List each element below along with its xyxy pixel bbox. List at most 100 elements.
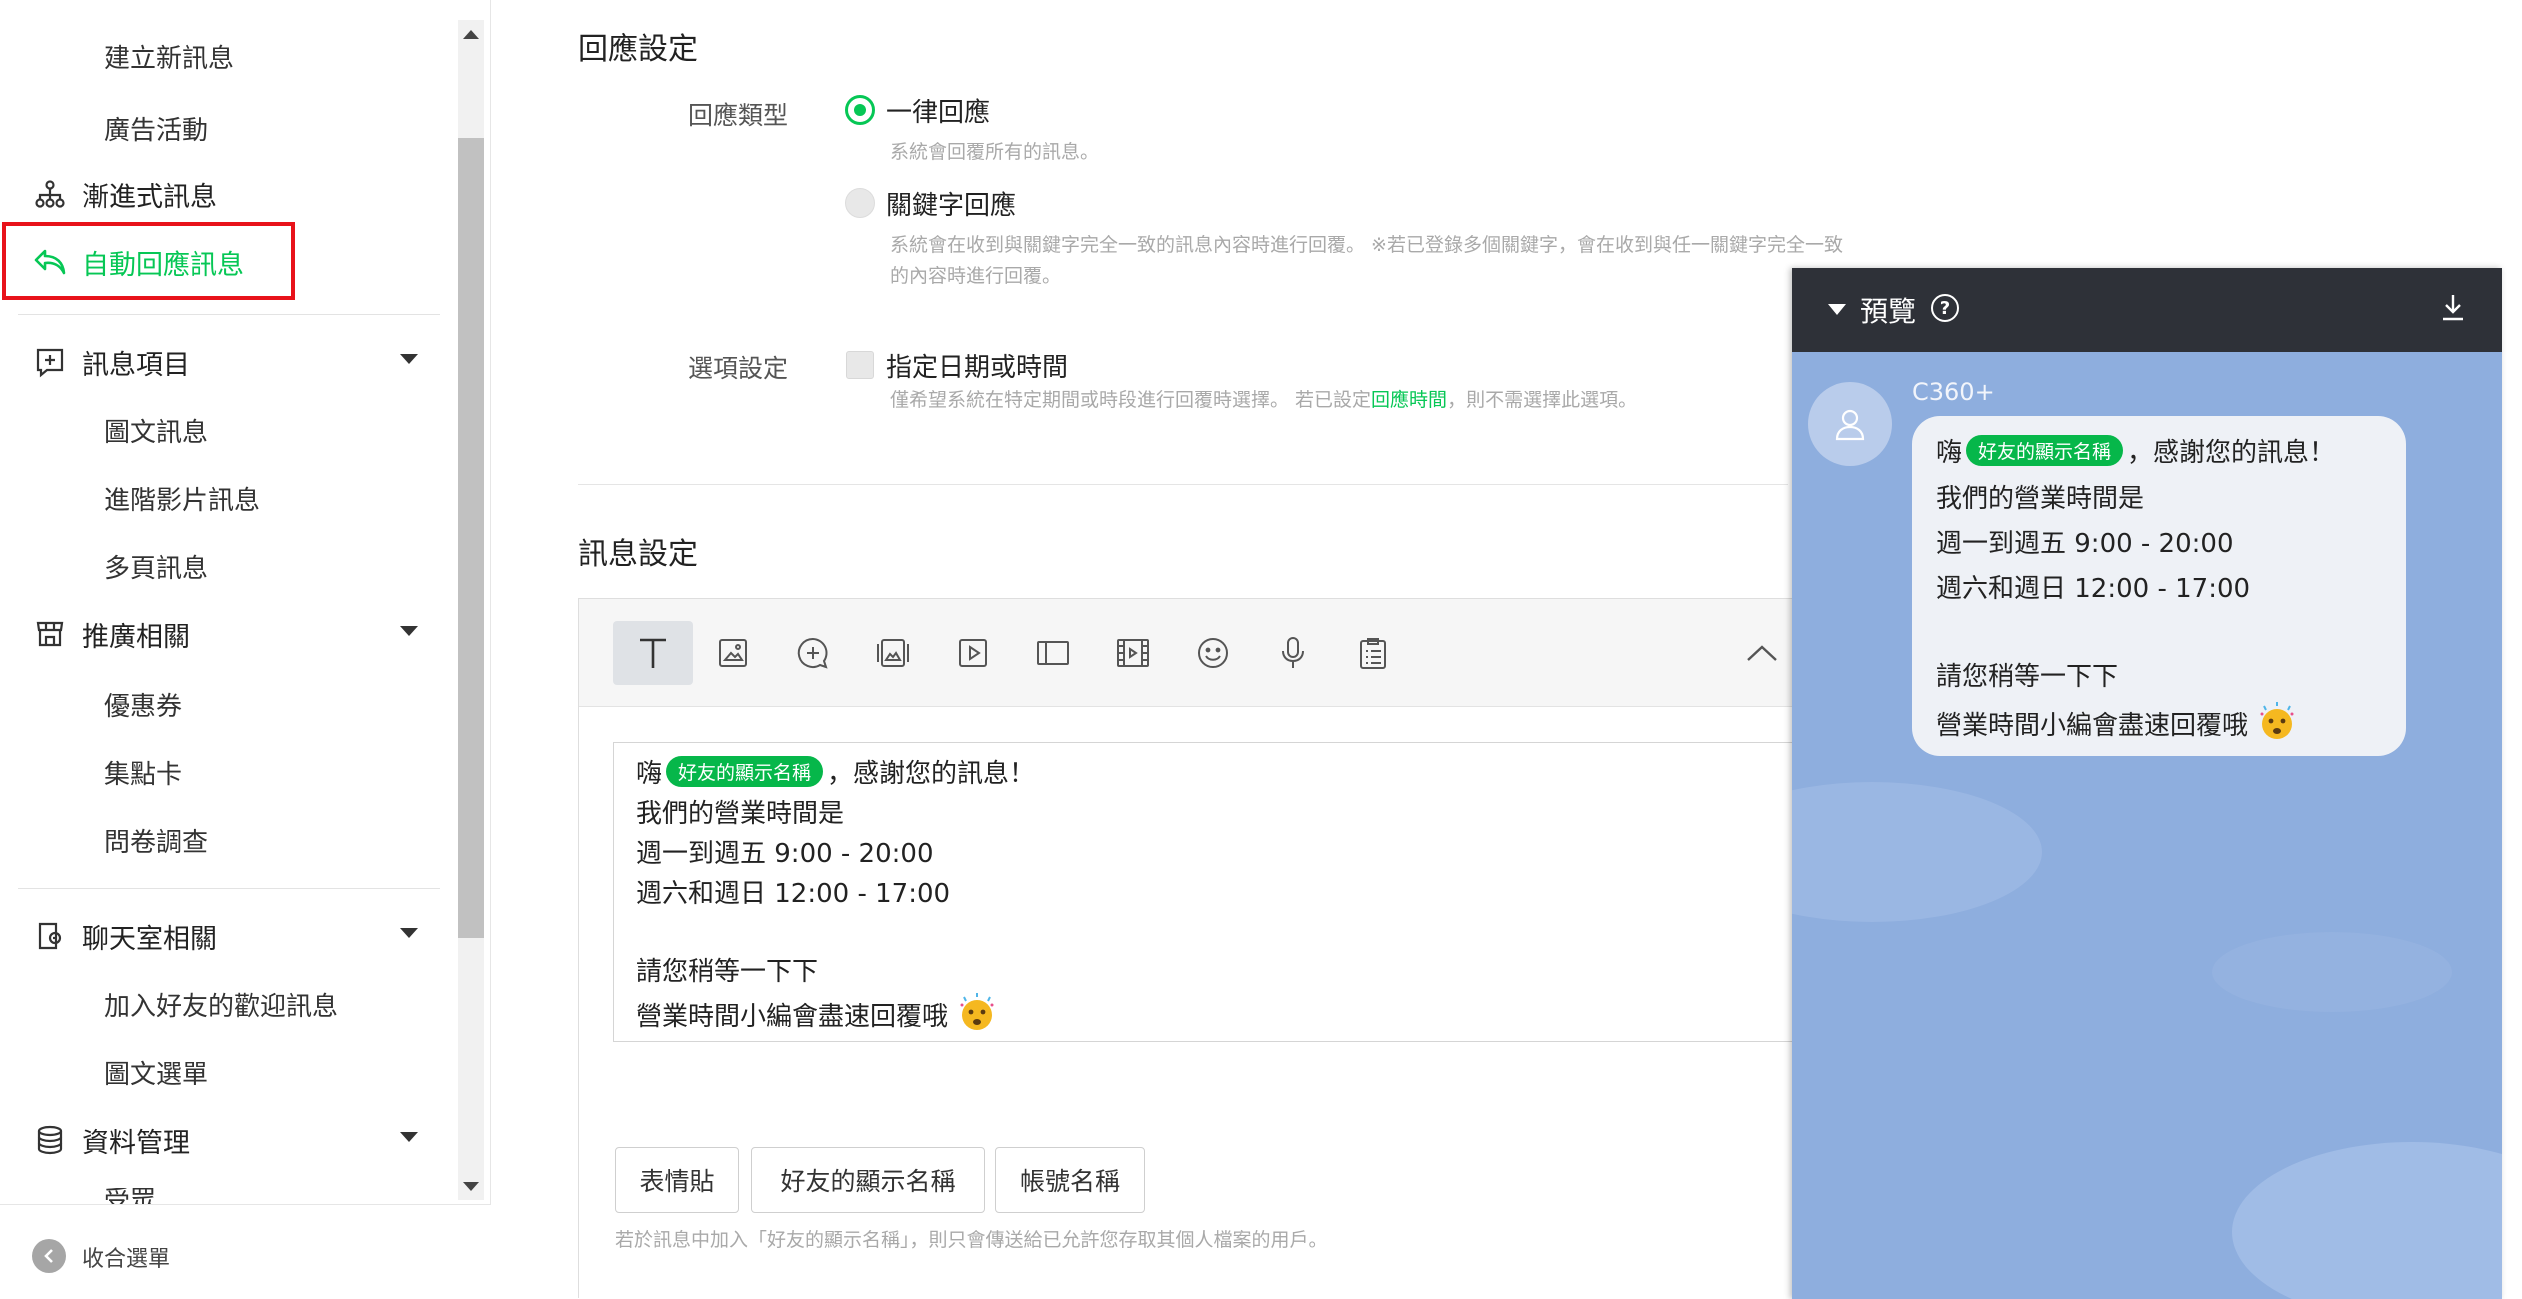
scroll-up-arrow[interactable] [463,30,479,39]
caret-down-icon[interactable] [1828,304,1846,315]
option-always-respond-label[interactable]: 一律回應 [886,92,990,129]
insert-emoji-button[interactable]: 表情貼 [615,1147,739,1213]
clipboard-icon [1360,638,1386,669]
preview-panel: 預覽 ? C360+ 嗨好友的顯示名稱 ，感謝您的訊息！ 我們的營業時間是 週一到… [1792,268,2502,1299]
image-tool-button[interactable] [693,621,773,685]
option-keyword-hint-line1: 系統會在收到與關鍵字完全一致的訊息內容時進行回覆。 ※若已登錄多個關鍵字，會在收… [890,234,1843,256]
film-tool-button[interactable] [1093,621,1173,685]
sticker-chat-icon [797,637,828,669]
survey-tool-button[interactable] [1333,621,1413,685]
hierarchy-icon [32,176,68,212]
collapse-menu-bar[interactable]: 收合選單 [0,1204,491,1299]
collapse-editor-button[interactable] [1722,621,1802,685]
add-message-icon [32,344,68,380]
account-avatar [1808,382,1892,466]
coupon-tool-button[interactable] [1013,621,1093,685]
video-tool-button[interactable] [933,621,1013,685]
nav-item-video-message[interactable]: 進階影片訊息 [104,480,260,517]
nav-label: 自動回應訊息 [82,249,244,281]
nav-label: 聊天室相關 [82,923,217,955]
preview-title: 預覽 [1860,295,1917,328]
preview-line-7-text: 營業時間小編會盡速回覆哦 [1936,711,2249,741]
option-keyword-hint-line2: 的內容時進行回覆。 [890,265,1062,287]
preview-friend-name-tag: 好友的顯示名稱 [1966,435,2124,466]
message-line-2: 我們的營業時間是 [636,799,845,829]
nav-item-rich-message[interactable]: 圖文訊息 [104,412,208,449]
section-divider [578,484,1788,485]
checkbox-specify-date-time-label[interactable]: 指定日期或時間 [886,347,1068,384]
emoji-icon [1198,638,1228,668]
party-face-emoji-icon [2260,702,2294,739]
chat-settings-icon [32,918,68,954]
radio-keyword-respond[interactable] [845,188,875,218]
nav-item-survey[interactable]: 問卷調查 [104,822,208,859]
help-icon[interactable]: ? [1931,294,1959,322]
scroll-down-arrow[interactable] [463,1182,479,1191]
card-icon [877,639,909,667]
preview-line-7: 營業時間小編會盡速回覆哦 [1936,700,2298,742]
message-type-toolbar [579,599,1807,707]
divider [18,888,440,889]
option-keyword-respond-label[interactable]: 關鍵字回應 [886,185,1016,222]
preview-greeting-end: ，感謝您的訊息！ [2127,438,2336,468]
radio-dot [854,104,866,116]
nav-label: 資料管理 [82,1127,190,1159]
nav-item-auto-reply[interactable]: 自動回應訊息 [32,242,244,282]
text-tool-button[interactable] [613,621,693,685]
nav-item-stamp-card[interactable]: 集點卡 [104,754,182,791]
radio-always-respond[interactable] [845,95,875,125]
preview-greeting: 嗨 [1936,438,1963,468]
message-greeting-end: ，感謝您的訊息！ [827,759,1036,789]
chevron-left-circle-icon [32,1239,66,1273]
friend-name-tag[interactable]: 好友的顯示名稱 [666,756,824,787]
text-icon [640,638,666,668]
message-line-1: 嗨好友的顯示名稱 ，感謝您的訊息！ [636,753,1035,790]
user-icon [1835,409,1865,441]
nav-label: 推廣相關 [82,621,190,653]
nav-item-rich-menu[interactable]: 圖文選單 [104,1054,208,1091]
response-settings-title: 回應設定 [578,32,698,67]
message-line-4: 週六和週日 12:00 - 17:00 [636,879,951,909]
card-tool-button[interactable] [853,621,933,685]
nav-label: 訊息項目 [82,349,190,381]
emoji-tool-button[interactable] [1173,621,1253,685]
microphone-icon [1282,637,1304,668]
account-name: C360+ [1912,378,1995,406]
coupon-icon [1037,641,1069,665]
message-line-6: 請您稍等一下下 [636,957,819,987]
caret-down-icon [400,354,418,364]
preview-header[interactable]: 預覽 ? [1792,268,2502,352]
nav-item-coupon[interactable]: 優惠券 [104,686,182,723]
message-editor: 嗨好友的顯示名稱 ，感謝您的訊息！ 我們的營業時間是 週一到週五 9:00 - 2… [578,598,1823,1298]
preview-line-1: 嗨好友的顯示名稱 ，感謝您的訊息！ [1936,432,2335,469]
nav-label: 漸進式訊息 [82,181,217,213]
response-time-link[interactable]: 回應時間 [1371,389,1447,411]
nav-item-welcome-message[interactable]: 加入好友的歡迎訊息 [104,986,338,1023]
sticker-tool-button[interactable] [773,621,853,685]
insert-account-name-button[interactable]: 帳號名稱 [995,1147,1145,1213]
message-line-7-text: 營業時間小編會盡速回覆哦 [636,1002,949,1032]
nav-item-carousel-message[interactable]: 多頁訊息 [104,548,208,585]
sidebar: 建立新訊息 廣告活動 漸進式訊息 自動回應訊息 訊息項目 圖文訊息 進階影片訊息… [0,0,491,1299]
nav-item-promotion[interactable]: 推廣相關 [32,614,418,654]
nav-item-message-items[interactable]: 訊息項目 [32,342,418,382]
insert-friend-name-button[interactable]: 好友的顯示名稱 [751,1147,985,1213]
nav-item-audience[interactable]: 受眾 [104,1188,156,1204]
message-text-area[interactable]: 嗨好友的顯示名稱 ，感謝您的訊息！ 我們的營業時間是 週一到週五 9:00 - 2… [613,742,1823,1042]
sidebar-scrollbar-thumb[interactable] [458,138,484,938]
checkbox-specify-date-time[interactable] [846,351,874,379]
checkbox-hint-text: 僅希望系統在特定期間或時段進行回覆時選擇。 若已設定 [890,389,1372,411]
nav-item-chat[interactable]: 聊天室相關 [32,916,418,956]
voice-tool-button[interactable] [1253,621,1333,685]
party-face-emoji-icon [960,993,994,1030]
download-icon[interactable] [2440,292,2466,326]
nav-item-ad-campaign[interactable]: 廣告活動 [104,110,208,147]
nav-item-data-management[interactable]: 資料管理 [32,1120,418,1160]
nav-item-create-message[interactable]: 建立新訊息 [104,38,234,75]
friend-name-footer-hint: 若於訊息中加入「好友的顯示名稱」，則只會傳送給已允許您存取其個人檔案的用戶。 [615,1229,1328,1251]
response-type-label: 回應類型 [688,101,789,130]
message-line-3: 週一到週五 9:00 - 20:00 [636,839,934,869]
caret-down-icon [400,1132,418,1142]
divider [18,314,440,315]
nav-item-progressive-message[interactable]: 漸進式訊息 [32,174,217,214]
